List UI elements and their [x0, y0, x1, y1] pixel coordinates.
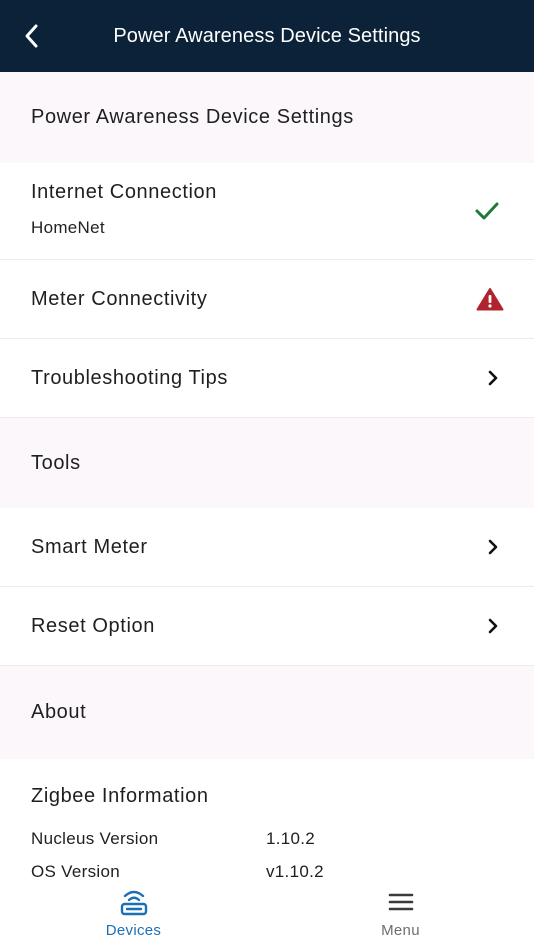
troubleshooting-tips-row[interactable]: Troubleshooting Tips	[0, 339, 534, 418]
section-header-tools: Tools	[0, 418, 534, 508]
zigbee-info-title: Zigbee Information	[31, 785, 209, 807]
page-title: Power Awareness Device Settings	[113, 24, 421, 47]
smart-meter-label: Smart Meter	[31, 535, 148, 558]
nav-devices[interactable]: Devices	[0, 880, 267, 950]
settings-list: Power Awareness Device Settings Internet…	[0, 72, 534, 880]
info-value: v1.10.2	[266, 861, 324, 881]
router-icon	[120, 890, 147, 916]
top-app-bar: Power Awareness Device Settings	[0, 0, 534, 72]
internet-connection-row[interactable]: Internet Connection HomeNet	[0, 163, 534, 260]
meter-connectivity-label: Meter Connectivity	[31, 287, 208, 310]
back-button[interactable]	[14, 18, 50, 54]
zigbee-info: Zigbee Information Nucleus Version 1.10.…	[0, 759, 534, 880]
section-header-about: About	[0, 666, 534, 759]
app-root: Power Awareness Device Settings Power Aw…	[0, 0, 534, 950]
smart-meter-chevron	[486, 538, 500, 556]
reset-option-label: Reset Option	[31, 614, 155, 637]
info-key: OS Version	[31, 861, 120, 881]
chevron-left-icon	[25, 24, 38, 48]
warning-icon	[476, 288, 504, 311]
check-icon	[475, 202, 499, 220]
menu-icon	[388, 893, 413, 911]
reset-option-chevron	[486, 617, 500, 635]
chevron-right-icon	[488, 370, 498, 386]
nav-devices-label: Devices	[105, 922, 162, 939]
info-row-os-version: OS Version v1.10.2	[31, 855, 503, 881]
connection-status	[474, 200, 500, 222]
meter-status	[476, 287, 504, 311]
internet-connection-value: HomeNet	[31, 218, 105, 237]
chevron-right-icon	[488, 539, 498, 555]
info-row-nucleus-version: Nucleus Version 1.10.2	[31, 822, 503, 855]
smart-meter-row[interactable]: Smart Meter	[0, 508, 534, 587]
nav-menu[interactable]: Menu	[267, 880, 534, 950]
chevron-right-icon	[488, 618, 498, 634]
reset-option-row[interactable]: Reset Option	[0, 587, 534, 666]
info-key: Nucleus Version	[31, 828, 159, 848]
meter-connectivity-row[interactable]: Meter Connectivity	[0, 260, 534, 339]
nav-menu-label: Menu	[381, 922, 420, 939]
bottom-navigation: Devices Menu	[0, 880, 534, 950]
internet-connection-label: Internet Connection	[31, 181, 217, 203]
section-header-device-settings: Power Awareness Device Settings	[0, 72, 534, 163]
troubleshooting-chevron	[486, 369, 500, 387]
troubleshooting-tips-label: Troubleshooting Tips	[31, 366, 228, 389]
info-value: 1.10.2	[266, 828, 316, 848]
